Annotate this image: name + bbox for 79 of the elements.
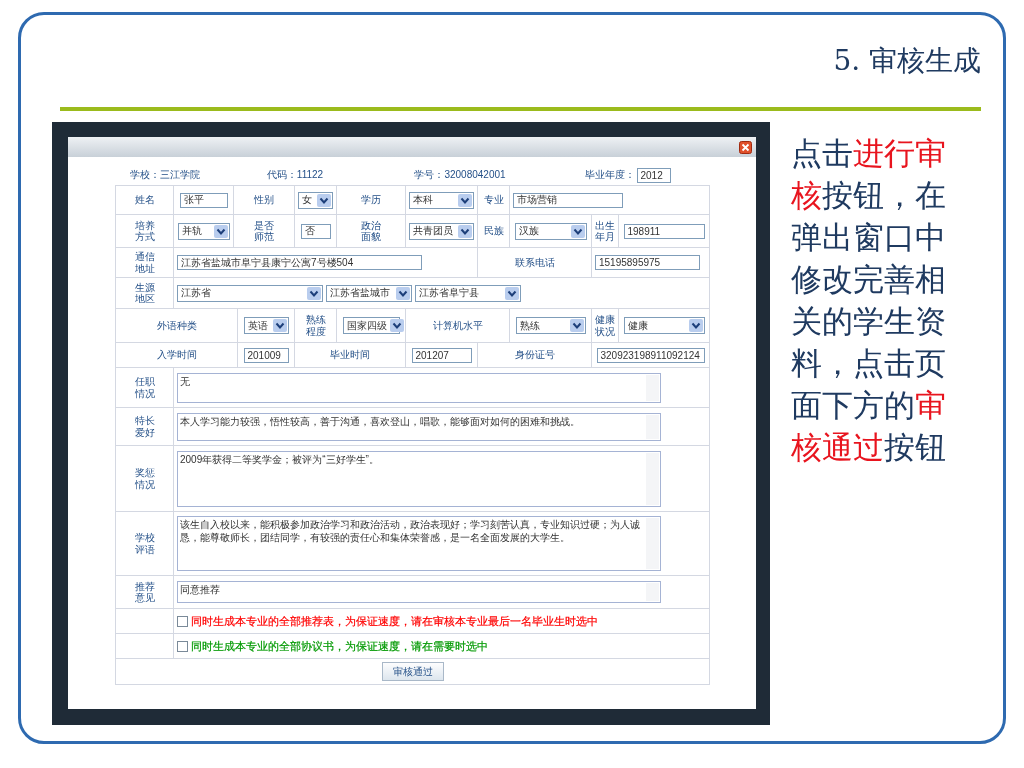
text-field[interactable]: 2012 [636, 167, 671, 183]
field-label: 培养方式 [133, 219, 156, 243]
slide-title: 5. 审核生成 [833, 43, 981, 79]
field-label: 健康状况 [595, 314, 615, 337]
dropdown[interactable]: 本科 [409, 191, 474, 209]
field-label: 民族 [482, 225, 505, 237]
chevron-down-icon [396, 286, 410, 300]
dropdown[interactable]: 汉族 [514, 222, 587, 240]
text-field[interactable]: 201207 [411, 347, 472, 363]
chevron-down-icon [272, 319, 287, 332]
scrollbar[interactable] [646, 414, 659, 439]
close-icon[interactable] [739, 140, 752, 154]
field-label: 姓名 [133, 194, 156, 206]
option-label: 同时生成本专业的全部协议书，为保证速度，请在需要时选中 [191, 638, 488, 654]
chevron-down-icon [458, 224, 472, 238]
field-label: 是否师范 [253, 219, 275, 243]
field-label: 专业 [482, 194, 505, 206]
text-area[interactable]: 该生自入校以来，能积极参加政治学习和政治活动，政治表现好；学习刻苦认真，专业知识过硬；为人诚恳，能尊敬师长，团结同学，有较强的责任心和集体荣誉感，是一名全面发展的大学生。 [177, 516, 661, 571]
text-field[interactable]: 否 [300, 223, 331, 239]
field-label: 任职情况 [133, 376, 156, 399]
field-label: 毕业年度： [584, 168, 635, 182]
chevron-down-icon [569, 319, 584, 332]
instruction-text: 点击进行审核按钮，在弹出窗口中修改完善相关的学生资料，点击页面下方的审核通过按钮 [791, 134, 947, 467]
field-label: 计算机水平 [432, 319, 483, 332]
text-field[interactable]: 江苏省盐城市阜宁县康宁公寓7号楼504 [177, 255, 422, 270]
scrollbar[interactable] [646, 518, 659, 569]
field-label: 推荐意见 [133, 580, 156, 604]
dropdown[interactable]: 健康 [623, 317, 705, 334]
field-label: 性别 [253, 194, 275, 206]
field-label: 生源地区 [133, 281, 156, 305]
scrollbar[interactable] [646, 374, 659, 401]
dropdown[interactable]: 江苏省盐城市 [326, 284, 412, 302]
dropdown[interactable]: 熟练 [515, 317, 586, 334]
checkbox[interactable] [177, 615, 188, 627]
option-label: 同时生成本专业的全部推荐表，为保证速度，请在审核本专业最后一名毕业生时选中 [191, 613, 598, 629]
field-label: 奖惩情况 [133, 467, 156, 490]
field-label: 熟练程度 [304, 314, 327, 337]
checkbox[interactable] [177, 640, 188, 652]
info-text: 学号：32008042001 [414, 168, 506, 182]
field-label: 通信地址 [133, 251, 156, 274]
field-label: 身份证号 [514, 349, 555, 361]
text-field[interactable]: 张平 [179, 192, 228, 208]
text-field[interactable]: 198911 [623, 223, 705, 239]
dropdown[interactable]: 江苏省阜宁县 [415, 284, 521, 302]
dropdown[interactable]: 共青团员 [409, 222, 474, 240]
text-field[interactable]: 15195895975 [595, 255, 700, 270]
chevron-down-icon [213, 224, 228, 238]
chevron-down-icon [570, 224, 585, 238]
chevron-down-icon [317, 193, 331, 207]
scrollbar[interactable] [646, 583, 659, 601]
text-area[interactable]: 同意推荐 [177, 581, 661, 603]
text-field[interactable]: 市场营销 [513, 192, 623, 208]
chevron-down-icon [688, 319, 703, 332]
info-text: 学校：三江学院 [130, 168, 200, 182]
approve-button[interactable]: 审核通过 [381, 662, 444, 681]
text-area[interactable]: 2009年获得二等奖学金；被评为“三好学生”。 [177, 450, 661, 507]
chevron-down-icon [307, 286, 321, 300]
chevron-down-icon [505, 286, 519, 300]
dropdown[interactable]: 江苏省 [177, 284, 323, 302]
chevron-down-icon [389, 319, 404, 332]
field-label: 外语种类 [156, 319, 197, 332]
info-text: 代码：11122 [266, 168, 324, 182]
text-area[interactable]: 本人学习能力较强，悟性较高，善于沟通，喜欢登山，唱歌，能够面对如何的困难和挑战。 [177, 412, 661, 441]
field-label: 联系电话 [514, 256, 555, 269]
field-label: 特长爱好 [133, 415, 156, 438]
field-label: 毕业时间 [330, 349, 370, 361]
field-label: 入学时间 [156, 349, 197, 361]
dropdown[interactable]: 并轨 [177, 222, 230, 240]
field-label: 学历 [360, 194, 382, 206]
field-label: 出生年月 [595, 219, 615, 243]
text-field[interactable]: 201009 [243, 347, 289, 363]
scrollbar[interactable] [646, 452, 659, 505]
text-field[interactable]: 320923198911092124 [596, 347, 705, 363]
dropdown[interactable]: 英语 [243, 317, 289, 334]
text-area[interactable]: 无 [177, 372, 661, 403]
dropdown[interactable]: 女 [298, 191, 333, 209]
chevron-down-icon [458, 193, 472, 207]
field-label: 学校评语 [133, 532, 156, 555]
field-label: 政治面貌 [360, 219, 382, 243]
